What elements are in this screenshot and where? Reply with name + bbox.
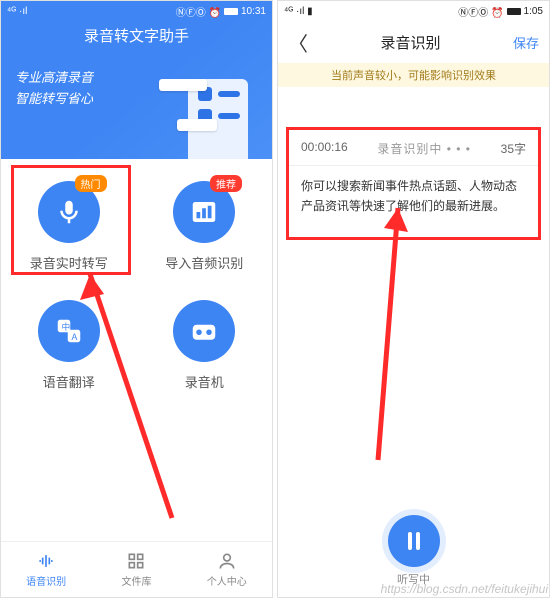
elapsed-time: 00:00:16 bbox=[301, 140, 348, 157]
signal-icons: ⁴ᴳ ·ıl bbox=[7, 6, 27, 17]
recorder-icon bbox=[173, 300, 235, 362]
feature-realtime-transcribe[interactable]: 热门 录音实时转写 bbox=[1, 169, 137, 288]
warning-banner: 当前声音较小，可能影响识别效果 bbox=[278, 63, 549, 87]
status-bar: ⁴ᴳ ·ıl ⓃⒻⓄ ⏰ 10:31 bbox=[1, 1, 272, 21]
badge-recommend: 推荐 bbox=[210, 175, 242, 192]
battery-icon bbox=[224, 8, 238, 15]
status-time: 1:05 bbox=[524, 6, 543, 17]
translate-icon: 中A bbox=[38, 300, 100, 362]
waveform-icon bbox=[36, 551, 56, 571]
nav-profile[interactable]: 个人中心 bbox=[182, 542, 272, 597]
feature-label: 录音机 bbox=[185, 372, 224, 391]
nav-label: 语音识别 bbox=[26, 573, 66, 588]
feature-label: 语音翻译 bbox=[43, 372, 95, 391]
user-icon bbox=[217, 551, 237, 571]
status-icons: ⓃⒻⓄ ⏰ bbox=[458, 4, 503, 19]
status-right: ⓃⒻⓄ ⏰ 10:31 bbox=[176, 4, 266, 19]
nav-label: 文件库 bbox=[121, 573, 151, 588]
transcription-text: 你可以搜索新闻事件热点话题、人物动态产品资讯等快速了解他们的最新进展。 bbox=[289, 166, 538, 227]
signal-icons: ⁴ᴳ ·ıl ▮ bbox=[284, 6, 313, 17]
nav-voice-recognition[interactable]: 语音识别 bbox=[1, 542, 91, 597]
transcription-header: 00:00:16 录音识别中 • • • 35字 bbox=[289, 130, 538, 166]
hero-illustration bbox=[163, 71, 258, 159]
battery-icon bbox=[507, 8, 521, 15]
hero-banner: ⁴ᴳ ·ıl ⓃⒻⓄ ⏰ 10:31 录音转文字助手 专业高清录音 智能转写省心 bbox=[1, 1, 272, 159]
status-bar: ⁴ᴳ ·ıl ▮ ⓃⒻⓄ ⏰ 1:05 bbox=[278, 1, 549, 21]
top-bar: 〈 录音识别 保存 bbox=[278, 21, 549, 63]
phone-left-home: ⁴ᴳ ·ıl ⓃⒻⓄ ⏰ 10:31 录音转文字助手 专业高清录音 智能转写省心 bbox=[0, 0, 273, 598]
pause-icon bbox=[408, 532, 420, 550]
status-right: ⓃⒻⓄ ⏰ 1:05 bbox=[458, 4, 543, 19]
nav-file-library[interactable]: 文件库 bbox=[91, 542, 181, 597]
back-button[interactable]: 〈 bbox=[288, 28, 308, 57]
status-icons: ⓃⒻⓄ ⏰ bbox=[176, 4, 221, 19]
phone-right-recording: ⁴ᴳ ·ıl ▮ ⓃⒻⓄ ⏰ 1:05 〈 录音识别 保存 当前声音较小，可能影… bbox=[277, 0, 550, 598]
page-title: 录音识别 bbox=[380, 32, 440, 53]
feature-recorder[interactable]: 录音机 bbox=[137, 288, 273, 407]
bottom-nav: 语音识别 文件库 个人中心 bbox=[1, 541, 272, 597]
char-count: 35字 bbox=[501, 140, 526, 157]
save-button[interactable]: 保存 bbox=[513, 33, 539, 52]
svg-text:A: A bbox=[71, 332, 77, 342]
app-title: 录音转文字助手 bbox=[1, 25, 272, 46]
feature-voice-translate[interactable]: 中A 语音翻译 bbox=[1, 288, 137, 407]
feature-grid: 热门 录音实时转写 推荐 导入音频识别 中A 语音翻译 bbox=[1, 159, 272, 407]
feature-label: 导入音频识别 bbox=[165, 253, 243, 272]
pause-button[interactable] bbox=[388, 515, 440, 567]
recording-state-label: 听写中 bbox=[278, 571, 549, 587]
grid-icon bbox=[126, 551, 146, 571]
nav-label: 个人中心 bbox=[207, 573, 247, 588]
recognition-status: 录音识别中 • • • bbox=[377, 140, 471, 157]
feature-label: 录音实时转写 bbox=[30, 253, 108, 272]
status-time: 10:31 bbox=[241, 6, 266, 17]
feature-import-audio[interactable]: 推荐 导入音频识别 bbox=[137, 169, 273, 288]
svg-text:中: 中 bbox=[61, 321, 70, 332]
badge-hot: 热门 bbox=[75, 175, 107, 192]
transcription-panel: 00:00:16 录音识别中 • • • 35字 你可以搜索新闻事件热点话题、人… bbox=[286, 127, 541, 240]
